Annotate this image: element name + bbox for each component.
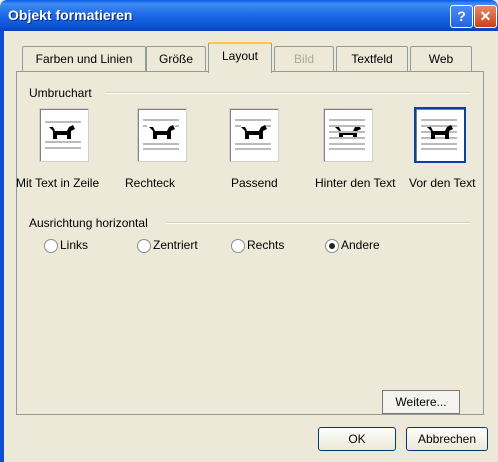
window-title: Objekt formatieren (8, 7, 133, 23)
group-divider (106, 92, 470, 94)
radio-label-rechts[interactable]: Rechts (247, 238, 284, 252)
wrap-option-square[interactable] (137, 108, 187, 162)
wrap-label-behind[interactable]: Hinter den Text (315, 176, 396, 190)
radio-links[interactable] (44, 239, 58, 253)
tab-textfeld[interactable]: Textfeld (336, 46, 408, 71)
ausrichtung-heading: Ausrichtung horizontal (29, 216, 148, 230)
behind-text-icon (329, 119, 365, 150)
close-icon: ✕ (479, 8, 492, 24)
inline-with-text-icon (45, 121, 81, 149)
radio-label-andere[interactable]: Andere (341, 238, 380, 252)
question-mark-icon: ? (457, 8, 466, 24)
tab-groesse[interactable]: Größe (146, 46, 206, 71)
tab-farben-und-linien[interactable]: Farben und Linien (22, 46, 146, 71)
help-button[interactable]: ? (450, 5, 473, 28)
tab-bild: Bild (274, 46, 334, 71)
group-divider (166, 222, 470, 224)
close-button[interactable]: ✕ (474, 5, 497, 28)
wrap-label-tight[interactable]: Passend (231, 176, 278, 190)
weitere-button[interactable]: Weitere... (382, 390, 460, 414)
radio-label-zentriert[interactable]: Zentriert (153, 238, 198, 252)
wrap-option-inline[interactable] (39, 108, 89, 162)
tight-wrap-icon (235, 119, 271, 150)
wrap-label-in-front[interactable]: Vor den Text (409, 176, 476, 190)
cancel-button[interactable]: Abbrechen (406, 427, 488, 451)
radio-andere[interactable] (325, 239, 339, 253)
window-border (0, 31, 4, 462)
radio-label-links[interactable]: Links (60, 238, 88, 252)
umbruchart-heading: Umbruchart (29, 86, 92, 100)
tab-web[interactable]: Web (410, 46, 472, 71)
radio-rechts[interactable] (231, 239, 245, 253)
in-front-of-text-icon (421, 119, 457, 150)
wrap-label-inline[interactable]: Mit Text in Zeile (16, 176, 99, 190)
wrap-label-square[interactable]: Rechteck (125, 176, 175, 190)
wrap-option-in-front[interactable] (414, 107, 466, 163)
square-wrap-icon (143, 119, 179, 150)
wrap-option-behind[interactable] (323, 108, 373, 162)
radio-zentriert[interactable] (137, 239, 151, 253)
wrap-option-tight[interactable] (229, 108, 279, 162)
ok-button[interactable]: OK (318, 427, 396, 451)
tab-layout[interactable]: Layout (208, 42, 272, 73)
